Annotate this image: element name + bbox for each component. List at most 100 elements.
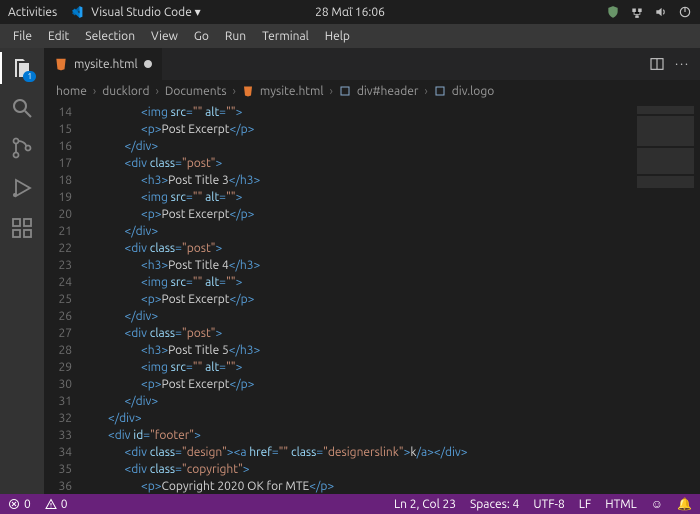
code-content[interactable]: <h3>Post Title 4</h3> xyxy=(86,257,260,274)
code-line[interactable]: 14 <img src="" alt=""> xyxy=(44,104,630,121)
error-icon xyxy=(8,498,20,510)
code-line[interactable]: 34 <div class="design"><a href="" class=… xyxy=(44,444,630,461)
app-menu[interactable]: Visual Studio Code ▾ xyxy=(69,5,200,19)
code-content[interactable]: <div class="post"> xyxy=(86,325,222,342)
code-line[interactable]: 22 <div class="post"> xyxy=(44,240,630,257)
status-cursor[interactable]: Ln 2, Col 23 xyxy=(394,498,456,511)
tab-label: mysite.html xyxy=(74,58,138,71)
code-content[interactable]: <div id="footer"> xyxy=(86,427,201,444)
network-icon[interactable] xyxy=(630,5,644,19)
code-content[interactable]: <p>Post Excerpt</p> xyxy=(86,291,254,308)
bc-file[interactable]: mysite.html xyxy=(260,85,324,98)
code-line[interactable]: 28 <h3>Post Title 5</h3> xyxy=(44,342,630,359)
breadcrumb[interactable]: home› ducklord› Documents› mysite.html› … xyxy=(44,80,700,102)
code-line[interactable]: 15 <p>Post Excerpt</p> xyxy=(44,121,630,138)
status-errors[interactable]: 0 xyxy=(8,498,31,511)
code-line[interactable]: 23 <h3>Post Title 4</h3> xyxy=(44,257,630,274)
code-content[interactable]: </div> xyxy=(86,308,158,325)
extensions-icon[interactable] xyxy=(10,216,34,240)
code-line[interactable]: 36 <p>Copyright 2020 OK for MTE</p> xyxy=(44,478,630,494)
code-content[interactable]: <div class="post"> xyxy=(86,155,222,172)
editor-tabs: mysite.html ··· xyxy=(44,48,700,80)
code-line[interactable]: 35 <div class="copyright"> xyxy=(44,461,630,478)
line-number: 14 xyxy=(44,104,86,121)
menu-selection[interactable]: Selection xyxy=(78,28,142,45)
menu-view[interactable]: View xyxy=(144,28,185,45)
status-encoding[interactable]: UTF-8 xyxy=(533,498,564,511)
code-line[interactable]: 24 <img src="" alt=""> xyxy=(44,274,630,291)
minimap[interactable] xyxy=(630,102,700,494)
code-editor[interactable]: 14 <img src="" alt="">15 <p>Post Excerpt… xyxy=(44,102,630,494)
code-line[interactable]: 17 <div class="post"> xyxy=(44,155,630,172)
code-line[interactable]: 33 <div id="footer"> xyxy=(44,427,630,444)
code-line[interactable]: 31 </div> xyxy=(44,393,630,410)
code-line[interactable]: 27 <div class="post"> xyxy=(44,325,630,342)
code-content[interactable]: <div class="design"><a href="" class="de… xyxy=(86,444,468,461)
code-content[interactable]: <img src="" alt=""> xyxy=(86,359,242,376)
code-content[interactable]: <h3>Post Title 5</h3> xyxy=(86,342,260,359)
code-content[interactable]: <div class="post"> xyxy=(86,240,222,257)
code-line[interactable]: 32 </div> xyxy=(44,410,630,427)
code-line[interactable]: 26 </div> xyxy=(44,308,630,325)
menu-run[interactable]: Run xyxy=(218,28,253,45)
line-number: 23 xyxy=(44,257,86,274)
status-spaces[interactable]: Spaces: 4 xyxy=(470,498,519,511)
code-content[interactable]: <img src="" alt=""> xyxy=(86,189,242,206)
line-number: 25 xyxy=(44,291,86,308)
code-line[interactable]: 19 <img src="" alt=""> xyxy=(44,189,630,206)
bc-documents[interactable]: Documents xyxy=(165,85,227,98)
menu-help[interactable]: Help xyxy=(318,28,357,45)
status-language[interactable]: HTML xyxy=(605,498,637,511)
menu-edit[interactable]: Edit xyxy=(41,28,76,45)
code-line[interactable]: 21 </div> xyxy=(44,223,630,240)
run-debug-icon[interactable] xyxy=(10,176,34,200)
status-feedback-icon[interactable]: ☺ xyxy=(651,497,663,511)
bc-home[interactable]: home xyxy=(56,85,87,98)
code-line[interactable]: 30 <p>Post Excerpt</p> xyxy=(44,376,630,393)
code-content[interactable]: <p>Post Excerpt</p> xyxy=(86,206,254,223)
explorer-icon[interactable]: 1 xyxy=(10,56,34,80)
menu-file[interactable]: File xyxy=(6,28,39,45)
code-content[interactable]: <p>Copyright 2020 OK for MTE</p> xyxy=(86,478,334,494)
power-icon[interactable] xyxy=(678,5,692,19)
shield-icon[interactable] xyxy=(606,5,620,19)
system-topbar: Activities Visual Studio Code ▾ 28 Μαΐ 1… xyxy=(0,0,700,24)
clock[interactable]: 28 Μαΐ 16:06 xyxy=(315,6,385,19)
code-content[interactable]: <p>Post Excerpt</p> xyxy=(86,376,254,393)
code-content[interactable]: <p>Post Excerpt</p> xyxy=(86,121,254,138)
bc-sym1[interactable]: div#header xyxy=(357,85,419,98)
code-line[interactable]: 18 <h3>Post Title 3</h3> xyxy=(44,172,630,189)
search-icon[interactable] xyxy=(10,96,34,120)
volume-icon[interactable] xyxy=(654,5,668,19)
line-number: 36 xyxy=(44,478,86,494)
code-content[interactable]: <img src="" alt=""> xyxy=(86,104,242,121)
code-content[interactable]: </div> xyxy=(86,138,158,155)
menu-go[interactable]: Go xyxy=(187,28,216,45)
code-content[interactable]: <h3>Post Title 3</h3> xyxy=(86,172,260,189)
code-line[interactable]: 29 <img src="" alt=""> xyxy=(44,359,630,376)
line-number: 30 xyxy=(44,376,86,393)
code-content[interactable]: <div class="copyright"> xyxy=(86,461,250,478)
symbol-icon xyxy=(434,85,446,97)
code-content[interactable]: <img src="" alt=""> xyxy=(86,274,242,291)
status-bell-icon[interactable]: 🔔 xyxy=(677,497,692,511)
code-content[interactable]: </div> xyxy=(86,223,158,240)
status-warnings[interactable]: 0 xyxy=(45,498,68,511)
menu-terminal[interactable]: Terminal xyxy=(255,28,316,45)
line-number: 15 xyxy=(44,121,86,138)
split-editor-icon[interactable] xyxy=(649,56,665,72)
code-line[interactable]: 25 <p>Post Excerpt</p> xyxy=(44,291,630,308)
code-line[interactable]: 20 <p>Post Excerpt</p> xyxy=(44,206,630,223)
activities-button[interactable]: Activities xyxy=(8,6,57,19)
source-control-icon[interactable] xyxy=(10,136,34,160)
line-number: 24 xyxy=(44,274,86,291)
status-eol[interactable]: LF xyxy=(579,498,591,511)
code-line[interactable]: 16 </div> xyxy=(44,138,630,155)
tab-mysite[interactable]: mysite.html xyxy=(44,48,163,80)
more-actions-icon[interactable]: ··· xyxy=(675,58,690,71)
line-number: 27 xyxy=(44,325,86,342)
bc-ducklord[interactable]: ducklord xyxy=(102,85,149,98)
code-content[interactable]: </div> xyxy=(86,393,158,410)
bc-sym2[interactable]: div.logo xyxy=(452,85,494,98)
code-content[interactable]: </div> xyxy=(86,410,142,427)
